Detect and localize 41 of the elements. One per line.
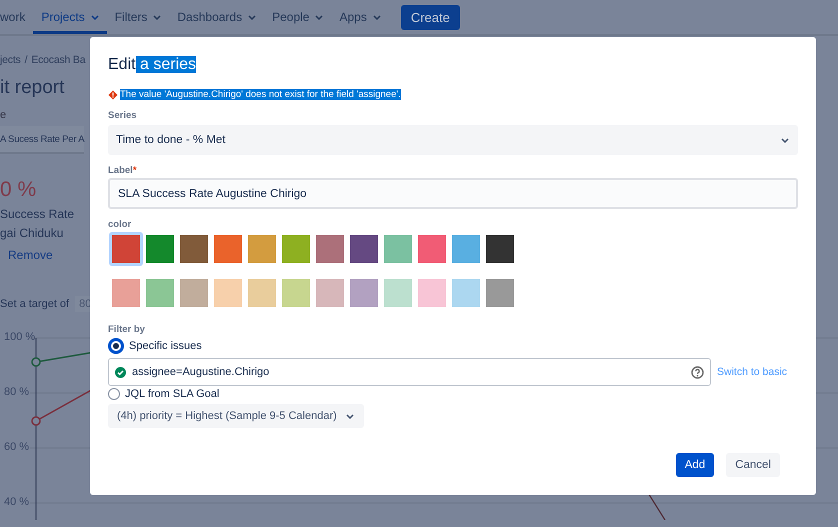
chevron-down-icon xyxy=(781,138,789,142)
target-label: Set a target of xyxy=(0,298,70,310)
cancel-button[interactable]: Cancel xyxy=(726,453,780,477)
nav-menu-item[interactable]: Dashboards xyxy=(169,0,264,34)
breadcrumb-separator: / xyxy=(24,54,28,66)
add-button[interactable]: Add xyxy=(676,453,714,477)
page-title: it report xyxy=(0,77,64,99)
nav-menu-item[interactable]: Filters xyxy=(106,0,170,34)
switch-to-basic-link[interactable]: Switch to basic xyxy=(717,366,788,378)
axis-label: 60 % xyxy=(4,441,30,453)
help-icon[interactable] xyxy=(691,366,704,378)
field-label: Series xyxy=(108,110,138,121)
axis-label: 80 % xyxy=(4,386,30,398)
field-label: Filter by xyxy=(108,324,146,335)
sla-goal-dropdown[interactable]: (4h) priority = Highest (Sample 9-5 Calendar) xyxy=(108,404,364,428)
nav-menu-item[interactable]: Apps xyxy=(331,0,389,34)
error-message: The value 'Augustine.Chirigo' does not exist for the field 'assignee'. xyxy=(120,89,401,100)
nav-menu-item[interactable]: Projects xyxy=(33,0,107,34)
field-label: Label* xyxy=(108,165,138,176)
chevron-down-icon xyxy=(346,414,354,418)
axis-label: 100 % xyxy=(4,331,36,343)
radio-option[interactable]: Specific issues xyxy=(108,338,202,354)
remove-link[interactable]: Remove xyxy=(8,248,53,262)
error-icon xyxy=(108,90,118,100)
jql-input-field[interactable]: assignee=Augustine.Chirigo xyxy=(108,358,711,386)
field-label: color xyxy=(108,219,132,230)
create-button[interactable]: Create xyxy=(400,4,460,30)
report-select[interactable]: A Sucess Rate Per A xyxy=(0,126,84,154)
breadcrumb-link[interactable]: jects xyxy=(0,54,21,66)
field-label: e xyxy=(0,109,6,121)
axis-label: 40 % xyxy=(4,496,30,508)
series-name: Success Rate xyxy=(0,207,74,221)
label-input-field[interactable]: SLA Success Rate Augustine Chirigo xyxy=(108,178,798,209)
dialog-title: Edit a series xyxy=(108,55,198,75)
nav-menu-item[interactable]: work xyxy=(0,0,34,34)
series-name: gai Chiduku xyxy=(0,226,64,240)
series-select[interactable]: Time to done - % Met xyxy=(108,125,798,155)
nav-menu-item[interactable]: People xyxy=(264,0,332,34)
radio-option[interactable]: JQL from SLA Goal xyxy=(108,388,220,400)
breadcrumb-link[interactable]: Ecocash Ba xyxy=(31,54,86,66)
percentage-value: 0 % xyxy=(0,178,36,202)
